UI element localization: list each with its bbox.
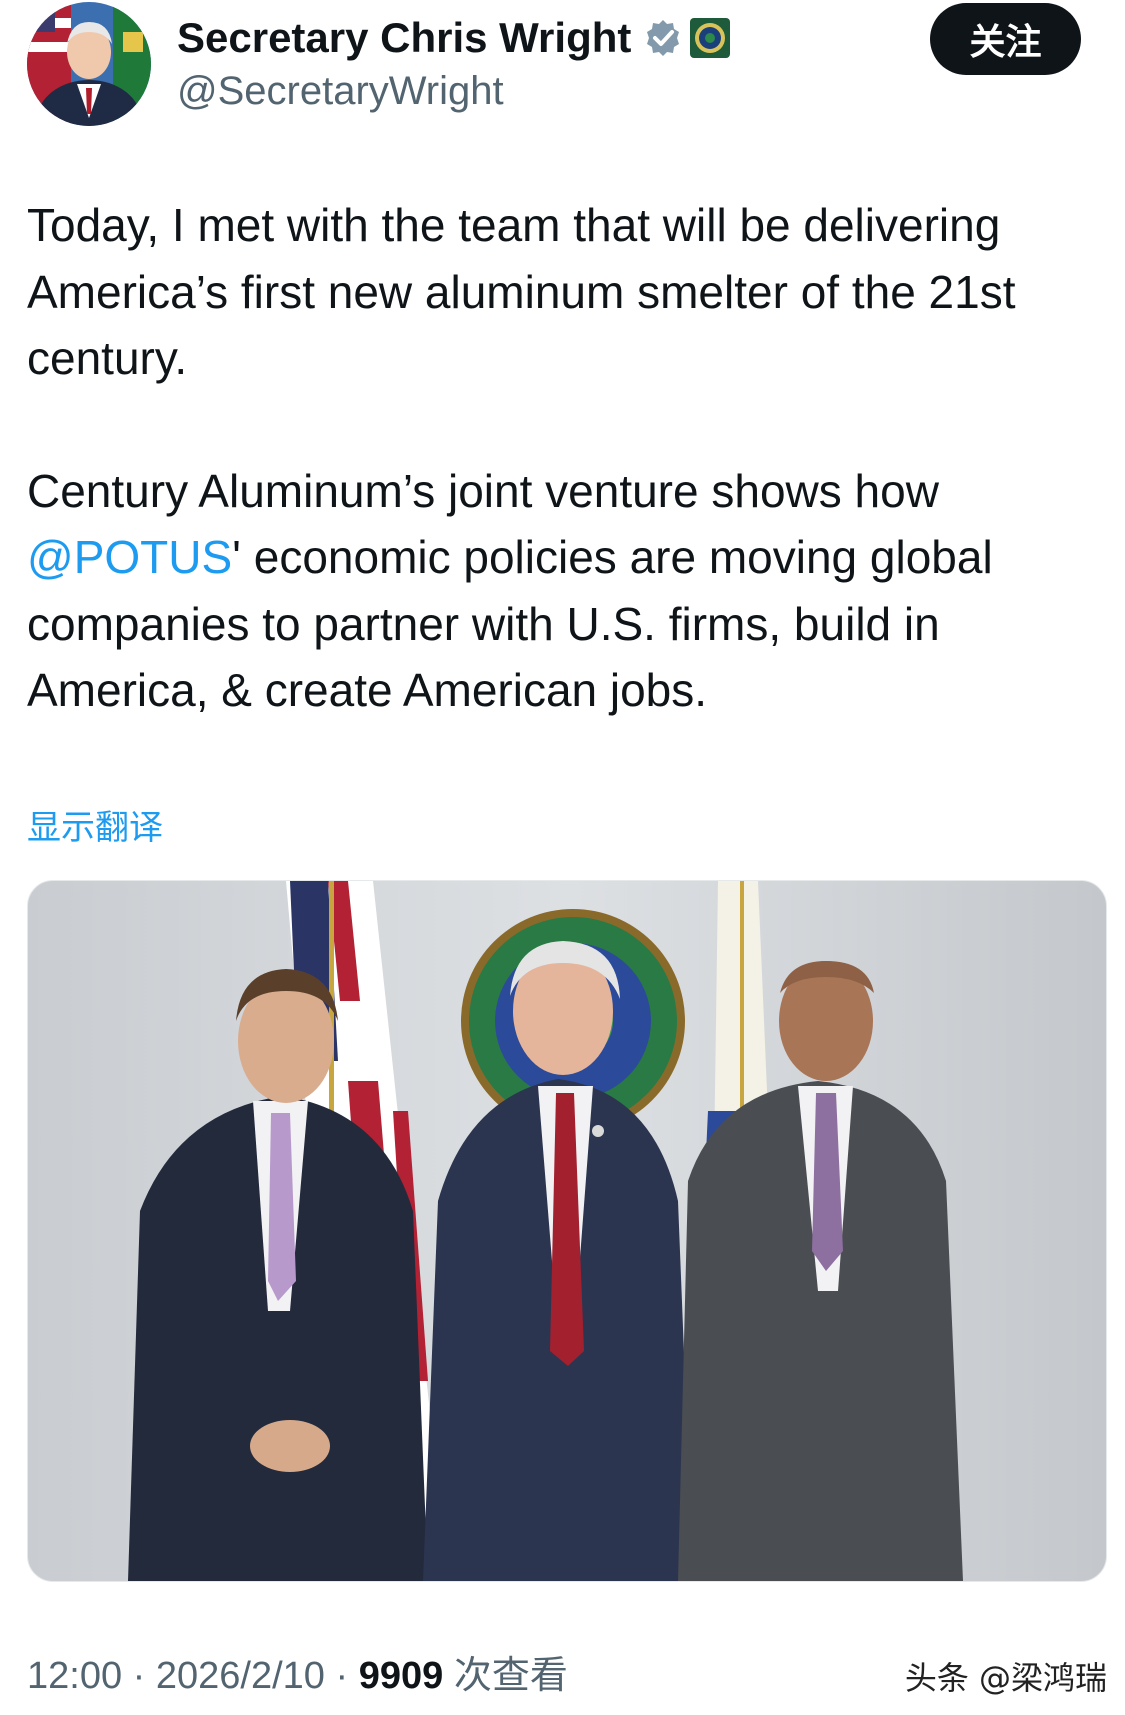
source-watermark: 头条 @梁鸿瑞	[904, 1659, 1107, 1697]
doe-seal-badge-icon	[689, 17, 731, 59]
tweet-photo[interactable]	[27, 880, 1107, 1582]
tweet-body: Today, I met with the team that will be …	[27, 192, 1097, 724]
meta-separator-1: ·	[122, 1655, 156, 1697]
tweet-paragraph-2-start: Century Aluminum’s joint venture shows h…	[27, 464, 939, 517]
follow-button[interactable]: 关注	[930, 3, 1081, 75]
tweet-metadata: 12:00 · 2026/2/10 · 9909 次查看	[27, 1650, 568, 1701]
tweet-time[interactable]: 12:00	[27, 1655, 122, 1697]
tweet-paragraph-1: Today, I met with the team that will be …	[27, 199, 1016, 384]
tweet-header: Secretary Chris Wright @SecretaryWright …	[0, 0, 1125, 140]
display-name[interactable]: Secretary Chris Wright	[177, 12, 731, 64]
display-name-text[interactable]: Secretary Chris Wright	[177, 12, 631, 64]
meta-separator-2: ·	[324, 1655, 359, 1697]
view-count: 9909	[358, 1655, 444, 1697]
user-handle[interactable]: @SecretaryWright	[177, 66, 504, 116]
tweet-date[interactable]: 2026/2/10	[156, 1655, 325, 1697]
show-translation-link[interactable]: 显示翻译	[27, 806, 163, 850]
potus-mention-link[interactable]: @POTUS	[27, 531, 232, 583]
tweet-paragraph-2: Century Aluminum’s joint venture shows h…	[27, 458, 1097, 724]
verified-badge-icon	[643, 18, 683, 58]
avatar[interactable]	[27, 2, 151, 126]
view-count-label: 次查看	[453, 1653, 568, 1697]
